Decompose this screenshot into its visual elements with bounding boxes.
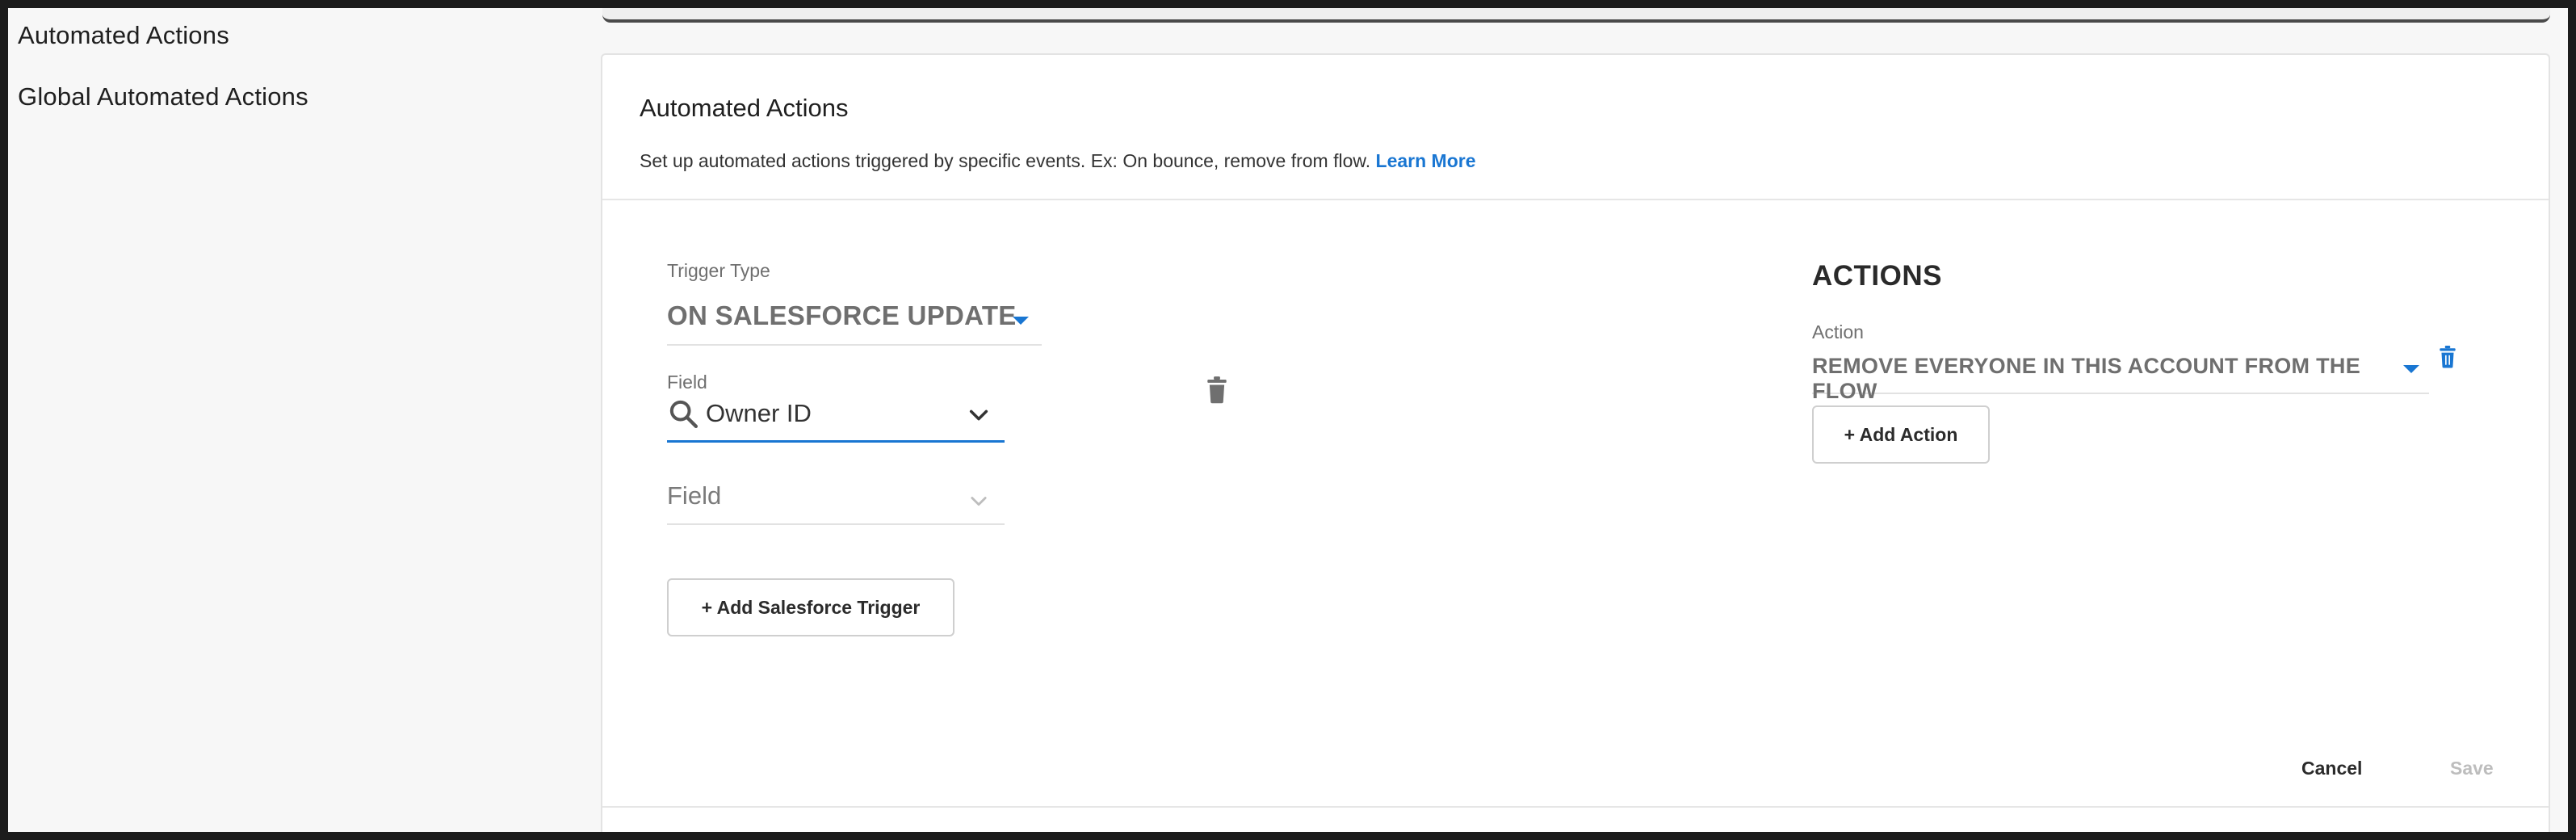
actions-heading: ACTIONS bbox=[1812, 260, 1942, 292]
sidebar-item-automated-actions[interactable]: Automated Actions bbox=[18, 21, 229, 50]
field-value: Owner ID bbox=[706, 399, 812, 427]
action-label: Action bbox=[1812, 321, 1864, 342]
add-action-button[interactable]: + Add Action bbox=[1812, 405, 1990, 464]
save-button[interactable]: Save bbox=[2450, 758, 2494, 779]
caret-down-icon bbox=[2403, 365, 2419, 373]
app-screen: Automated Actions Global Automated Actio… bbox=[8, 8, 2568, 832]
automated-actions-card: Automated Actions Set up automated actio… bbox=[601, 53, 2550, 832]
action-select[interactable]: REMOVE EVERYONE IN THIS ACCOUNT FROM THE… bbox=[1812, 347, 2429, 403]
card-title: Automated Actions bbox=[640, 94, 849, 122]
field-search-input[interactable]: Owner ID bbox=[667, 393, 1005, 443]
caret-down-icon bbox=[1013, 317, 1029, 325]
header-divider bbox=[602, 199, 2549, 200]
chevron-down-icon[interactable] bbox=[967, 404, 990, 426]
second-field-select[interactable]: Field bbox=[667, 472, 1005, 525]
cancel-button[interactable]: Cancel bbox=[2301, 758, 2362, 779]
learn-more-link[interactable]: Learn More bbox=[1376, 150, 1476, 171]
sidebar-item-label: Global Automated Actions bbox=[18, 82, 308, 111]
trash-icon[interactable] bbox=[1206, 376, 1227, 404]
field-placeholder: Field bbox=[667, 481, 722, 510]
footer-divider bbox=[602, 806, 2549, 808]
sidebar-item-label: Automated Actions bbox=[18, 21, 229, 49]
description-text: Set up automated actions triggered by sp… bbox=[640, 150, 1371, 171]
add-salesforce-trigger-label: + Add Salesforce Trigger bbox=[701, 596, 921, 618]
chevron-down-icon bbox=[971, 497, 987, 506]
add-salesforce-trigger-button[interactable]: + Add Salesforce Trigger bbox=[667, 578, 954, 636]
trigger-type-label: Trigger Type bbox=[667, 260, 770, 281]
card-description: Set up automated actions triggered by sp… bbox=[640, 150, 1476, 172]
search-icon bbox=[669, 400, 698, 428]
add-action-label: + Add Action bbox=[1844, 423, 1958, 445]
trigger-type-select[interactable]: ON SALESFORCE UPDATE bbox=[667, 297, 1042, 346]
field-label: Field bbox=[667, 372, 707, 393]
previous-card-edge bbox=[602, 8, 2550, 23]
trash-icon[interactable] bbox=[2439, 346, 2456, 368]
trigger-type-value: ON SALESFORCE UPDATE bbox=[667, 300, 1017, 330]
action-value: REMOVE EVERYONE IN THIS ACCOUNT FROM THE… bbox=[1812, 354, 2361, 403]
sidebar-item-global-automated-actions[interactable]: Global Automated Actions bbox=[18, 82, 308, 111]
